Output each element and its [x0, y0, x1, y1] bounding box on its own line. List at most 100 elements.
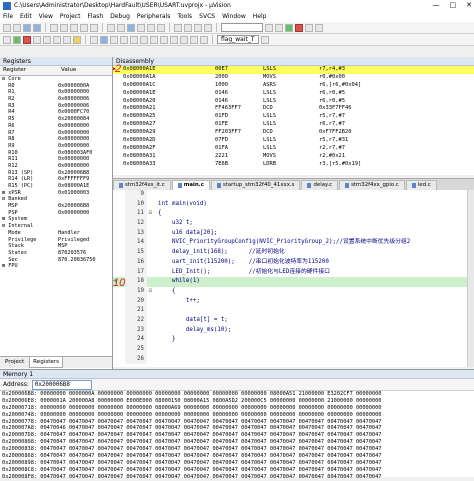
fold-toggle-icon[interactable] [147, 200, 154, 210]
disassembly-row[interactable]: 0x08000A1C 1000 ASRS r6,[r6,#0x04] [113, 82, 474, 90]
breakpoint-gutter[interactable] [113, 258, 125, 268]
breakpoint-gutter[interactable] [113, 209, 125, 219]
fold-toggle-icon[interactable] [147, 316, 154, 326]
register-row[interactable]: R2 0x00000006 [0, 96, 112, 103]
fold-toggle-icon[interactable] [147, 190, 154, 200]
register-row[interactable]: R8 0x00000000 [0, 136, 112, 143]
register-row[interactable]: R14 (LR) 0xFFFFFFF9 [0, 176, 112, 183]
disassembly-row[interactable]: 0x08000A2F 01FA LSLS r2,r7,#7 [113, 145, 474, 153]
memory-row[interactable]: 0x200006E8: 0000001A 200000A8 00000000 E… [0, 398, 474, 405]
breakpoint-gutter[interactable] [113, 190, 125, 200]
fold-toggle-icon[interactable] [147, 248, 154, 258]
memory-row[interactable]: 0x20000778: 00470047 00470047 00470047 0… [0, 419, 474, 426]
memory-row[interactable]: 0x200007D8: 00470047 00470047 00470047 0… [0, 432, 474, 439]
fold-toggle-icon[interactable] [147, 355, 154, 365]
tab-file[interactable]: startup_stm32f40_41xxx.s [210, 180, 301, 190]
options-icon[interactable] [261, 35, 269, 44]
memory-row[interactable]: 0x20000748: 00000000 00000000 00000000 0… [0, 412, 474, 419]
menu-item-view[interactable]: View [39, 12, 53, 22]
tab-file[interactable]: stm32f4xx_gpio.c [339, 180, 405, 190]
disassembly-row[interactable]: 0x08000A21 FF463FF7 DCD 0x33F7FF46 [113, 105, 474, 113]
register-row[interactable]: R5 0x20000084 [0, 116, 112, 123]
find-icon[interactable] [265, 23, 273, 32]
menu-item-debug[interactable]: Debug [110, 12, 130, 22]
menu-item-window[interactable]: Window [222, 12, 246, 22]
tab-file[interactable]: main.c [171, 180, 210, 190]
bookmark-icon[interactable] [127, 23, 135, 32]
register-row[interactable]: States 870203576 [0, 250, 112, 257]
close-button[interactable]: ✕ [466, 1, 472, 9]
fold-toggle-icon[interactable] [147, 326, 154, 336]
toolbox-icon[interactable] [200, 35, 208, 44]
code-editor[interactable]: 9 10 int main(void) 11 ⊟{12 u32 t; 13 u16 dat… [113, 190, 474, 367]
disassembly-row[interactable]: 0x08000A27 01FE LSLS r6,r7,#7 [113, 121, 474, 129]
run-to-cursor-icon[interactable] [63, 35, 71, 44]
register-row[interactable]: Stack MSP [0, 243, 112, 250]
register-row[interactable]: Mode Handler [0, 230, 112, 237]
breakpoint-gutter[interactable] [113, 219, 125, 229]
memory-row[interactable]: 0x200008F8: 00470047 00470047 00470047 0… [0, 474, 474, 481]
code-line[interactable]: 19 ⊟ { [113, 286, 474, 297]
halt-icon[interactable] [23, 35, 31, 44]
register-row[interactable]: ⊟ Internal [0, 223, 112, 230]
tab-file[interactable]: led.c [405, 180, 437, 190]
window-layout-icon[interactable] [315, 23, 323, 32]
target-select[interactable]: flag_wait_T [217, 35, 259, 44]
command-window-icon[interactable] [90, 35, 98, 44]
register-row[interactable]: R13 (SP) 0x200006B8 [0, 170, 112, 177]
fold-toggle-icon[interactable] [147, 345, 154, 355]
tab-file[interactable]: stm32f4xx_it.c [113, 180, 171, 190]
breakpoint-gutter[interactable] [113, 326, 125, 336]
open-file-icon[interactable] [13, 23, 21, 32]
uncomment-icon[interactable] [204, 23, 212, 32]
disassembly-row[interactable]: 0x08000A1E 0146 LSLS r6,r0,#5 [113, 90, 474, 98]
code-line[interactable]: 12 u32 t; [113, 219, 474, 229]
register-row[interactable]: PSP 0x00000000 [0, 210, 112, 217]
next-bookmark-icon[interactable] [147, 23, 155, 32]
memory-row[interactable]: 0x20000808: 00470047 00470047 00470047 0… [0, 439, 474, 446]
register-row[interactable]: R10 0x080003AF0 [0, 150, 112, 157]
reset-cpu-icon[interactable] [3, 35, 11, 44]
redo-icon[interactable] [90, 23, 98, 32]
fold-toggle-icon[interactable] [147, 277, 154, 287]
indent-icon[interactable] [174, 23, 182, 32]
prev-bookmark-icon[interactable] [137, 23, 145, 32]
register-row[interactable]: R12 0x00000000 [0, 163, 112, 170]
tab-registers[interactable]: Registers [29, 357, 64, 368]
address-input[interactable]: 0x200006B8 [31, 379, 92, 390]
breakpoint-gutter[interactable] [113, 355, 125, 365]
breakpoint-gutter[interactable] [113, 200, 125, 210]
fold-toggle-icon[interactable] [147, 219, 154, 229]
disassembly-row[interactable]: 0x08000A25 01FD LSLS r5,r7,#7 [113, 113, 474, 121]
configure-icon[interactable] [305, 23, 313, 32]
register-row[interactable]: ⊞ System [0, 216, 112, 223]
comment-icon[interactable] [194, 23, 202, 32]
memory-row[interactable]: 0x20000898: 00470047 00470047 00470047 0… [0, 460, 474, 467]
code-line[interactable]: 24 } [113, 335, 474, 345]
code-line[interactable]: 14 NVIC_PriorityGroupConfig(NVIC_Priorit… [113, 238, 474, 249]
disassembly-row[interactable]: 0x08000A20 0146 LSLS r6,r0,#5 [113, 98, 474, 106]
register-row[interactable]: R0 0x0000000A [0, 83, 112, 90]
maximize-button[interactable]: □ [450, 1, 457, 9]
code-line[interactable]: 15 delay_init(168); //延时初始化 [113, 248, 474, 258]
menu-item-tools[interactable]: Tools [177, 12, 192, 22]
disassembly-row[interactable]: ▶ 0x08000A1E 00E7 LSLS r7,r4,#3 [113, 66, 474, 74]
trace-window-icon[interactable] [180, 35, 188, 44]
step-out-icon[interactable] [53, 35, 61, 44]
minimize-button[interactable]: — [433, 1, 440, 9]
find-combo[interactable] [221, 23, 263, 32]
fold-toggle-icon[interactable]: ⊟ [147, 287, 154, 297]
disassembly-row[interactable]: 0x08000A1A 2000 MOVS r0,#0x00 [113, 74, 474, 82]
disassembly-window-icon[interactable] [100, 35, 108, 44]
disassembly-row[interactable]: 0x08000A31 2221 MOVS r2,#0x21 [113, 153, 474, 161]
registers-window-icon[interactable] [120, 35, 128, 44]
menu-item-flash[interactable]: Flash [87, 12, 103, 22]
save-icon[interactable] [23, 23, 31, 32]
code-line[interactable]: 13 u16 data[20]; [113, 228, 474, 239]
call-stack-icon[interactable] [130, 35, 138, 44]
code-line[interactable]: 11 ⊟ { [113, 209, 474, 220]
code-line[interactable]: 26 [113, 354, 474, 365]
register-row[interactable]: ⊞ FPU [0, 263, 112, 270]
breakpoint-gutter[interactable] [113, 229, 125, 239]
code-line[interactable]: ➜ 18 while(1) [113, 277, 474, 287]
